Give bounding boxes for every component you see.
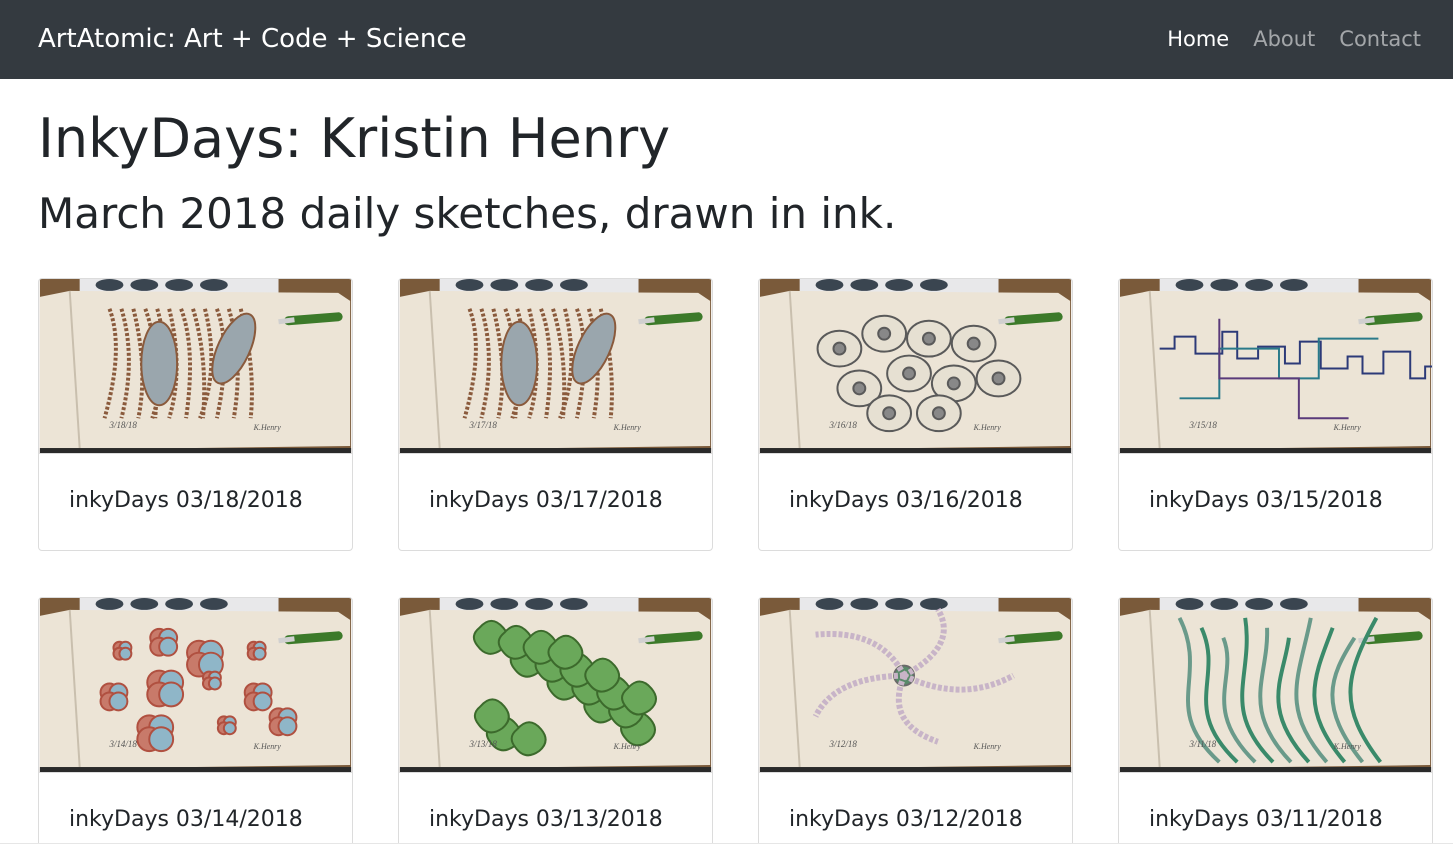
- svg-text:K.Henry: K.Henry: [253, 742, 282, 751]
- card-title[interactable]: inkyDays 03/13/2018: [429, 805, 663, 835]
- svg-text:3/18/18: 3/18/18: [108, 420, 137, 430]
- svg-text:3/11/18: 3/11/18: [1188, 739, 1216, 749]
- sketch-thumbnail[interactable]: 3/18/18 K.Henry: [39, 279, 352, 454]
- svg-text:K.Henry: K.Henry: [613, 423, 642, 432]
- svg-text:K.Henry: K.Henry: [1333, 742, 1362, 751]
- page-title: InkyDays: Kristin Henry: [38, 107, 671, 170]
- sketch-thumbnail[interactable]: 3/11/18 K.Henry: [1119, 598, 1432, 773]
- nav-link-contact[interactable]: Contact: [1339, 22, 1421, 56]
- svg-text:K.Henry: K.Henry: [973, 423, 1002, 432]
- sketch-thumbnail[interactable]: 3/14/18 K.Henry: [39, 598, 352, 773]
- svg-text:3/16/18: 3/16/18: [828, 420, 857, 430]
- sketch-thumbnail[interactable]: 3/17/18 K.Henry: [399, 279, 712, 454]
- svg-text:K.Henry: K.Henry: [973, 742, 1002, 751]
- svg-text:K.Henry: K.Henry: [253, 423, 282, 432]
- viewport-bottom-edge: [0, 843, 1453, 851]
- svg-text:3/13/18: 3/13/18: [468, 739, 497, 749]
- nav-link-about[interactable]: About: [1253, 22, 1315, 56]
- svg-text:3/14/18: 3/14/18: [108, 739, 137, 749]
- card-title[interactable]: inkyDays 03/14/2018: [69, 805, 303, 835]
- gallery-card-0311[interactable]: 3/11/18 K.Henry inkyDays 03/11/2018: [1118, 597, 1433, 851]
- card-title[interactable]: inkyDays 03/17/2018: [429, 486, 663, 516]
- card-title[interactable]: inkyDays 03/12/2018: [789, 805, 1023, 835]
- sketch-thumbnail[interactable]: 3/15/18 K.Henry: [1119, 279, 1432, 454]
- nav-links: Home About Contact: [1143, 22, 1421, 56]
- top-navbar: ArtAtomic: Art + Code + Science Home Abo…: [0, 0, 1453, 79]
- gallery-card-0314[interactable]: 3/14/18 K.Henry inkyDays 03/14/2018: [38, 597, 353, 851]
- svg-text:K.Henry: K.Henry: [1333, 423, 1362, 432]
- card-title[interactable]: inkyDays 03/11/2018: [1149, 805, 1383, 835]
- svg-text:3/17/18: 3/17/18: [468, 420, 497, 430]
- sketch-thumbnail[interactable]: 3/13/18 K.Henry: [399, 598, 712, 773]
- svg-text:3/15/18: 3/15/18: [1188, 420, 1217, 430]
- gallery-card-0318[interactable]: 3/18/18 K.Henry inkyDays 03/18/2018: [38, 278, 353, 551]
- gallery-card-0315[interactable]: 3/15/18 K.Henry inkyDays 03/15/2018: [1118, 278, 1433, 551]
- sketch-thumbnail[interactable]: 3/16/18 K.Henry: [759, 279, 1072, 454]
- gallery-card-0313[interactable]: 3/13/18 K.Henry inkyDays 03/13/2018: [398, 597, 713, 851]
- card-title[interactable]: inkyDays 03/18/2018: [69, 486, 303, 516]
- gallery-card-0317[interactable]: 3/17/18 K.Henry inkyDays 03/17/2018: [398, 278, 713, 551]
- card-title[interactable]: inkyDays 03/16/2018: [789, 486, 1023, 516]
- site-brand-link[interactable]: ArtAtomic: Art + Code + Science: [38, 20, 467, 58]
- gallery-card-0316[interactable]: 3/16/18 K.Henry inkyDays 03/16/2018: [758, 278, 1073, 551]
- page-subtitle: March 2018 daily sketches, drawn in ink.: [38, 189, 897, 238]
- card-title[interactable]: inkyDays 03/15/2018: [1149, 486, 1383, 516]
- nav-link-home[interactable]: Home: [1167, 22, 1229, 56]
- svg-text:K.Henry: K.Henry: [613, 742, 642, 751]
- gallery-card-0312[interactable]: 3/12/18 K.Henry inkyDays 03/12/2018: [758, 597, 1073, 851]
- sketch-thumbnail[interactable]: 3/12/18 K.Henry: [759, 598, 1072, 773]
- svg-text:3/12/18: 3/12/18: [828, 739, 857, 749]
